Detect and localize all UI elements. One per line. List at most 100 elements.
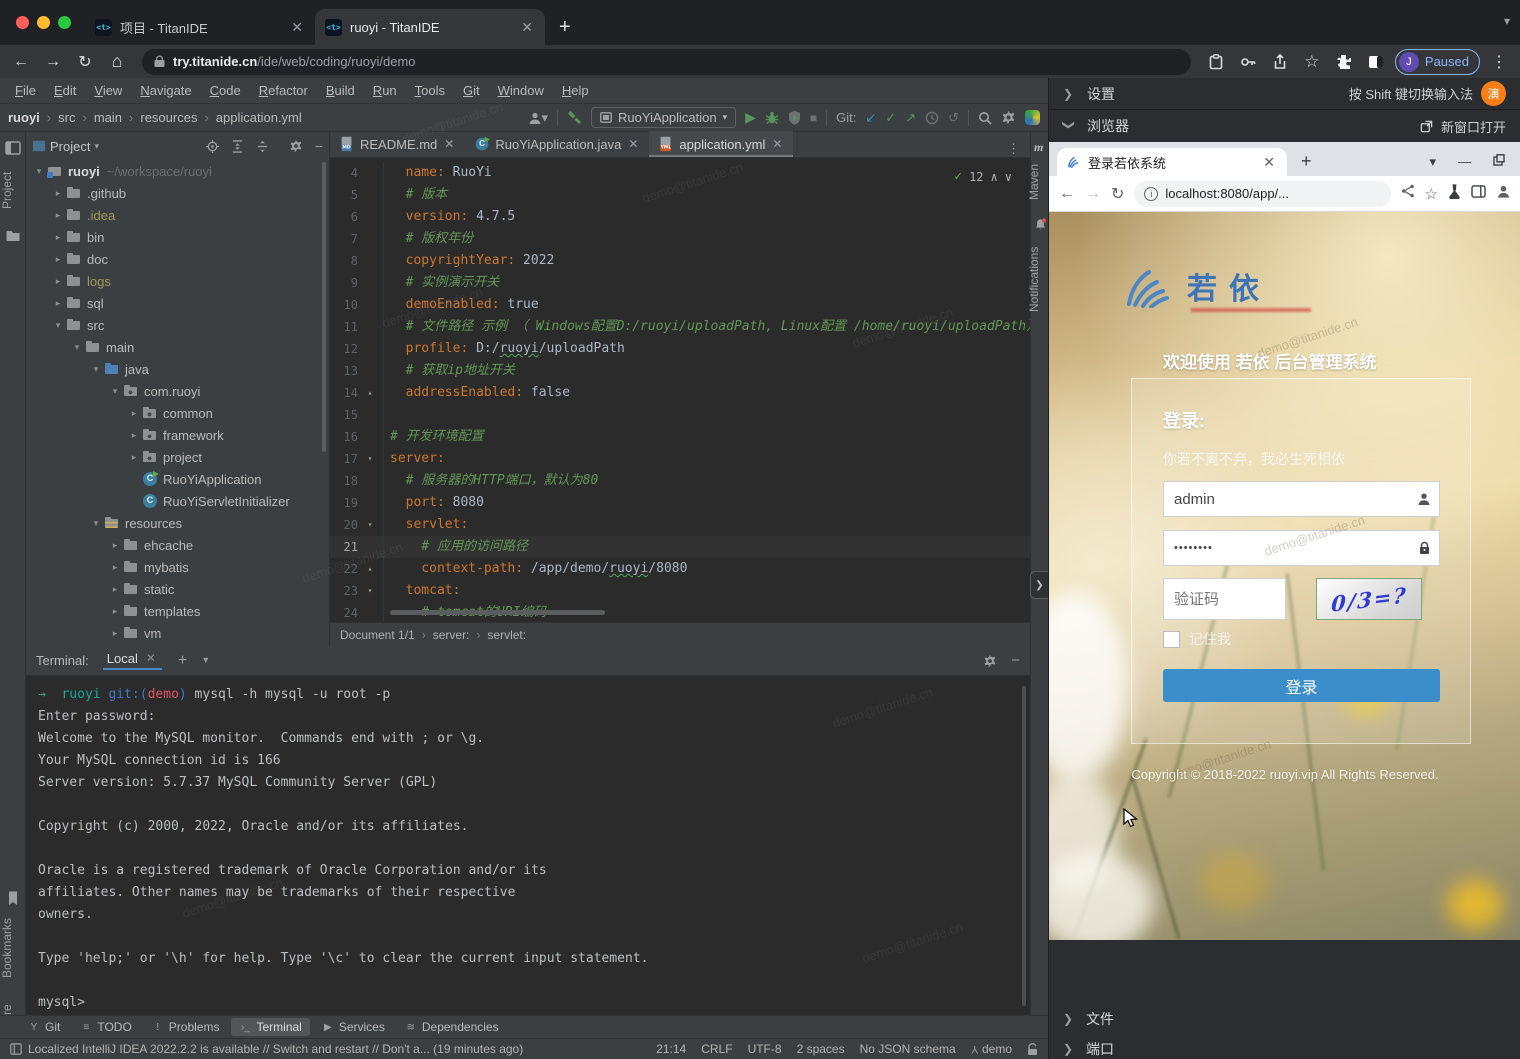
stripe-label-project[interactable]: Project (0, 162, 26, 218)
profile-button[interactable]: J Paused (1395, 49, 1480, 75)
tree-chevron-icon[interactable]: ▸ (108, 562, 122, 573)
code-line[interactable]: 6 version: 4.7.5 (330, 206, 1030, 228)
project-tree-item[interactable]: ▸ framework (26, 424, 329, 446)
terminal-dropdown-icon[interactable]: ▾ (203, 655, 208, 666)
captcha-image[interactable]: 0/3=? (1316, 578, 1422, 620)
yaml-breadcrumb-item[interactable]: servlet: (469, 628, 526, 642)
breadcrumb-item[interactable]: resources (122, 110, 197, 125)
tool-window-button[interactable]: ≋ Dependencies (397, 1018, 507, 1036)
back-icon[interactable]: ← (8, 49, 34, 75)
breadcrumb-item[interactable]: main (75, 110, 122, 125)
menu-item[interactable]: View (85, 83, 131, 98)
folder-stripe-icon[interactable] (5, 228, 21, 244)
project-tree-item[interactable]: ▸ common (26, 402, 329, 424)
tree-chevron-icon[interactable]: ▸ (127, 452, 141, 463)
status-message[interactable]: Localized IntelliJ IDEA 2022.2.2 is avai… (28, 1042, 523, 1056)
project-tree-item[interactable]: ▸ static (26, 578, 329, 600)
editor-hscrollbar[interactable] (390, 610, 605, 615)
embedded-popout-icon[interactable] (1493, 154, 1505, 170)
project-scrollbar[interactable] (322, 162, 326, 452)
menu-item[interactable]: Tools (406, 83, 454, 98)
settings-section-row[interactable]: ❯ 设置 按 Shift 键切换输入法 演 (1049, 78, 1520, 110)
git-branch-widget[interactable]: Y demo (971, 1042, 1012, 1056)
run-coverage-icon[interactable] (788, 110, 801, 125)
menu-item[interactable]: Code (201, 83, 250, 98)
login-button[interactable]: 登录 (1163, 669, 1440, 702)
ide-logo-icon[interactable] (1025, 110, 1040, 125)
git-push-icon[interactable]: ↗ (905, 110, 916, 126)
tab-search-icon[interactable]: ▾ (1504, 14, 1510, 28)
tree-chevron-icon[interactable]: ▸ (108, 540, 122, 551)
panel-expand-chevron-icon[interactable]: ❯ (1030, 571, 1048, 599)
embedded-side-panel-icon[interactable] (1471, 185, 1486, 203)
terminal-scrollbar[interactable] (1022, 686, 1026, 1006)
tab-close-icon[interactable]: ✕ (442, 137, 456, 151)
new-tab-button[interactable]: + (545, 16, 585, 45)
username-input[interactable] (1164, 491, 1409, 508)
locate-file-icon[interactable] (206, 140, 219, 153)
breadcrumb-item[interactable]: src (40, 110, 76, 125)
tree-chevron-icon[interactable]: ▸ (51, 232, 65, 243)
password-input[interactable] (1164, 542, 1409, 554)
menu-item[interactable]: File (6, 83, 45, 98)
embedded-address-bar[interactable]: i localhost:8080/app/... (1134, 181, 1390, 207)
status-item[interactable]: No JSON schema (860, 1042, 956, 1056)
tool-window-button[interactable]: ! Problems (144, 1018, 228, 1036)
embedded-tab-close-icon[interactable]: ✕ (1261, 154, 1277, 171)
project-tool-icon[interactable] (5, 140, 21, 156)
menu-item[interactable]: Edit (45, 83, 85, 98)
notifications-bell-icon[interactable] (1034, 218, 1047, 231)
editor-tab[interactable]: application.yml ✕ (649, 131, 793, 157)
extensions-puzzle-icon[interactable] (1331, 49, 1357, 75)
code-line[interactable]: 12 profile: D:/ruoyi/uploadPath (330, 338, 1030, 360)
tree-chevron-icon[interactable]: ▸ (108, 606, 122, 617)
git-update-icon[interactable]: ↙ (865, 110, 876, 126)
maven-icon[interactable]: m (1034, 140, 1043, 155)
tree-chevron-icon[interactable]: ▸ (108, 628, 122, 639)
menu-item[interactable]: Help (553, 83, 598, 98)
project-tree-item[interactable]: ▾ ruoyi ~/workspace/ruoyi (26, 160, 329, 182)
tab-close-icon[interactable]: ✕ (626, 137, 640, 151)
chrome-tab[interactable]: <t> ruoyi - TitanIDE ✕ (315, 9, 545, 45)
editor-tab[interactable]: RuoYiApplication.java ✕ (465, 131, 649, 157)
code-line[interactable]: 7 # 版权年份 (330, 228, 1030, 250)
code-line[interactable]: 13 # 获取ip地址开关 (330, 360, 1030, 382)
project-tree-item[interactable]: ▸ doc (26, 248, 329, 270)
panel-settings-gear-icon[interactable] (289, 139, 303, 153)
menu-item[interactable]: Navigate (131, 83, 200, 98)
terminal-tab-close-icon[interactable]: ✕ (144, 651, 158, 666)
debug-icon[interactable] (765, 110, 779, 125)
code-line[interactable]: 17▾ server: (330, 448, 1030, 470)
code-line[interactable]: 16 # 开发环境配置 (330, 426, 1030, 448)
status-item[interactable]: 2 spaces (797, 1042, 845, 1056)
embedded-new-tab-icon[interactable]: + (1287, 151, 1326, 176)
tab-close-icon[interactable]: ✕ (770, 137, 784, 151)
menu-item[interactable]: Refactor (250, 83, 317, 98)
settings-gear-icon[interactable] (1001, 110, 1016, 125)
code-line[interactable]: 19 port: 8080 (330, 492, 1030, 514)
bookmark-star-icon[interactable]: ☆ (1299, 49, 1325, 75)
code-line[interactable]: 8 copyrightYear: 2022 (330, 250, 1030, 272)
code-line[interactable]: 20▾ servlet: (330, 514, 1030, 536)
tree-chevron-icon[interactable]: ▾ (89, 364, 103, 375)
clipboard-icon[interactable] (1203, 49, 1229, 75)
open-new-window-button[interactable]: 新窗口打开 (1420, 117, 1506, 136)
remember-me-checkbox[interactable] (1163, 631, 1180, 648)
prev-problem-icon[interactable]: ∧ (991, 166, 998, 188)
expand-all-icon[interactable] (231, 140, 244, 153)
forward-icon[interactable]: → (40, 49, 66, 75)
tree-chevron-icon[interactable]: ▾ (51, 320, 65, 331)
menu-item[interactable]: Window (489, 83, 553, 98)
editor-options-kebab-icon[interactable]: ⋮ (997, 141, 1030, 157)
menu-item[interactable]: Git (454, 83, 489, 98)
embedded-share-icon[interactable] (1401, 184, 1415, 203)
project-tree-item[interactable]: ▾ main (26, 336, 329, 358)
code-area[interactable]: 4 name: RuoYi 5 # 版本 6 version: 4.7.5 7 … (330, 158, 1030, 622)
hide-panel-icon[interactable]: − (315, 138, 323, 154)
breadcrumb-item[interactable]: ruoyi (8, 110, 40, 125)
code-line[interactable]: 11 # 文件路径 示例 （ Windows配置D:/ruoyi/uploadP… (330, 316, 1030, 338)
embedded-chevron-icon[interactable]: ▾ (1429, 154, 1436, 170)
project-tree-item[interactable]: ▾ com.ruoyi (26, 380, 329, 402)
tab-close-icon[interactable]: ✕ (519, 19, 535, 36)
embedded-back-icon[interactable]: ← (1059, 185, 1075, 203)
